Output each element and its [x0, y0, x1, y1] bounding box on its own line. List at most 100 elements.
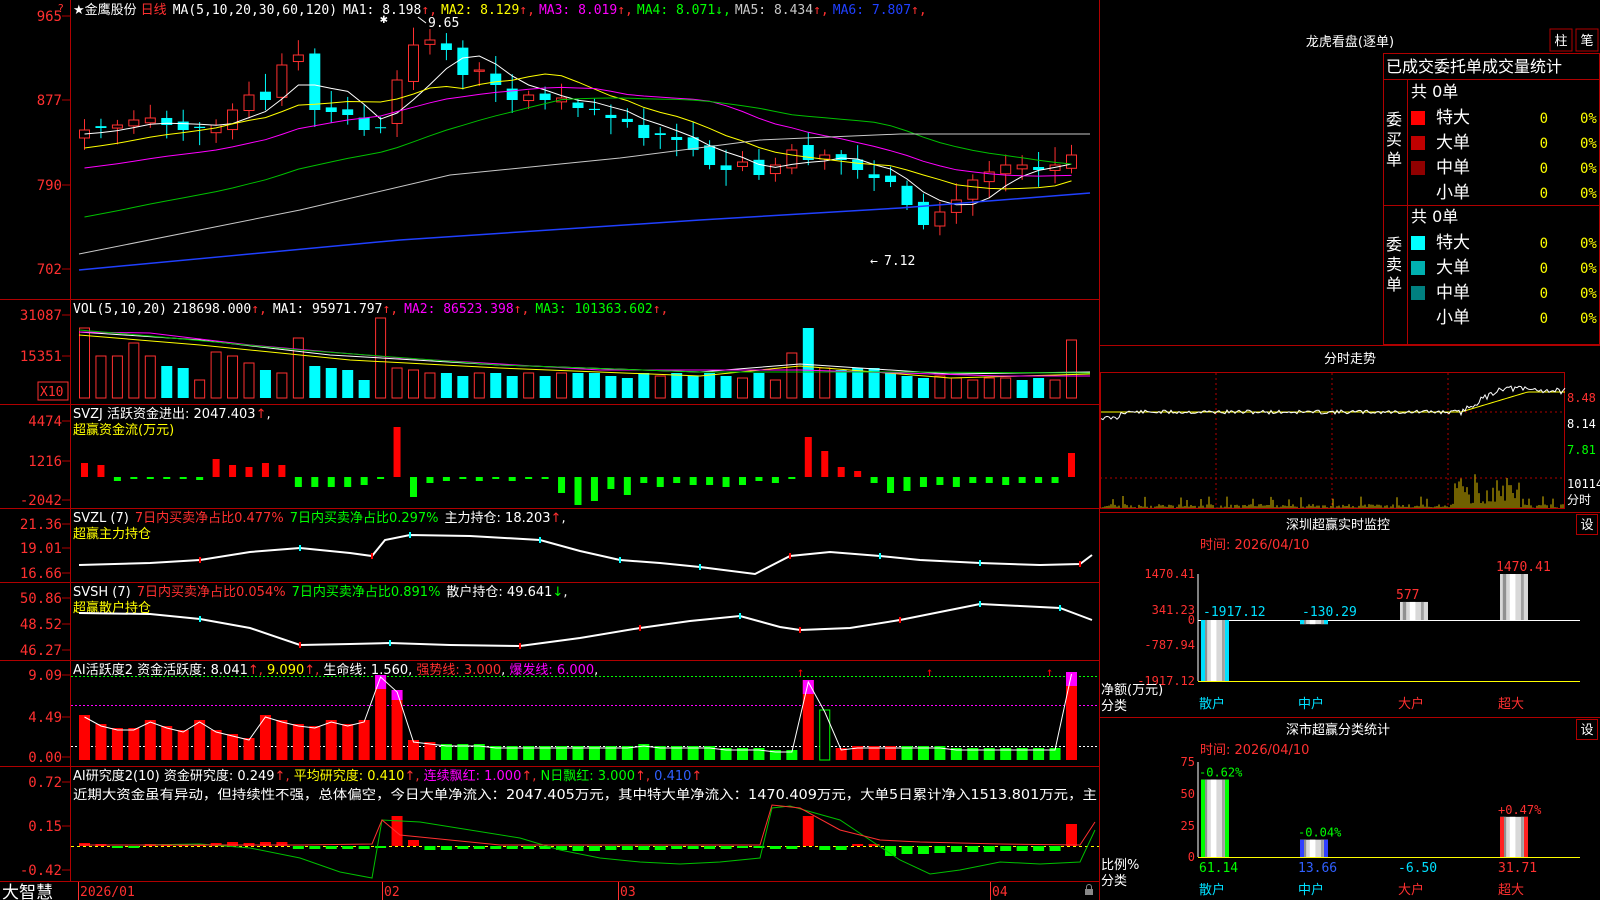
- axis-ticks: [62, 15, 70, 871]
- svzl-axis-low: 16.66: [20, 566, 62, 582]
- candle-body-up: [391, 79, 403, 124]
- ai2-bar: [802, 816, 814, 846]
- candlestick-chart[interactable]: [78, 27, 1091, 271]
- buy-row-value-3: 0: [1540, 186, 1548, 202]
- svzj-bar: [525, 477, 533, 479]
- ai1-bar: [177, 730, 189, 760]
- svzj-bar: [919, 477, 927, 487]
- sell-row-name-1: 大单: [1436, 258, 1470, 278]
- vol-bar: [539, 376, 551, 398]
- buy-row-pct-3: 0%: [1580, 186, 1597, 202]
- candle-body-down: [852, 159, 864, 170]
- svzl-line-tick: [979, 560, 981, 566]
- period-label[interactable]: 日线: [141, 3, 167, 18]
- ai1-bar: [309, 726, 321, 760]
- vol-bar: [490, 373, 502, 398]
- ai-activity-chart[interactable]: ↑ ↑ ↑: [71, 665, 1099, 761]
- vol-bar: [128, 342, 140, 399]
- stock-terminal: 965 877 790 702 31087 15351 4474 1216 -2…: [0, 0, 1600, 900]
- vol-bar: [654, 375, 666, 399]
- svzj-chart[interactable]: [81, 427, 1075, 505]
- fenshi-panel[interactable]: 分时走势 8.48 8.14 7.81 10114 分时: [1100, 345, 1600, 509]
- svzj-bar: [607, 477, 615, 489]
- svzl-axis-top: 21.36: [20, 517, 62, 533]
- sell-swatch-2: [1411, 286, 1425, 300]
- ai-research-chart[interactable]: [71, 804, 1099, 879]
- sc-ratio-chart[interactable]: 75 50 25 0 -0.62% 61.14 -0.04% 13.66 -6.50 +0.47%…: [1181, 755, 1580, 898]
- vol-bar: [1000, 377, 1012, 399]
- svsh-line-tick: [639, 625, 641, 631]
- vol-bar: [424, 372, 436, 399]
- ma-line-60: [78, 133, 1090, 255]
- ai2-bar: [654, 846, 666, 850]
- ai2-bar: [490, 846, 502, 849]
- sc-category-1: 中户: [1298, 882, 1324, 898]
- vol-bar: [227, 355, 239, 399]
- svzj-bar: [163, 477, 171, 479]
- lhb-tab[interactable]: 已成交委托单成交量统计: [1386, 57, 1562, 76]
- sell-row-value-3: 0: [1540, 311, 1548, 327]
- ai2-bar: [687, 846, 699, 849]
- buy-swatch-0: [1411, 111, 1425, 125]
- candle-body-down: [621, 118, 633, 122]
- buy-row-pct-0: 0%: [1580, 111, 1597, 127]
- candle-body-up: [111, 124, 123, 129]
- svzj-bar: [788, 477, 796, 479]
- svsh-line-tick: [389, 640, 391, 646]
- sz-xlabel: 分类: [1101, 699, 1127, 714]
- sz-monitor-title: 深圳超赢实时监控: [1286, 517, 1390, 533]
- vol-values: 218698.000↑, MA1: 95971.797↑, MA2: 86523.3…: [173, 302, 668, 317]
- brand-logo: 大智慧: [2, 883, 53, 900]
- vol-bar: [572, 373, 584, 398]
- vol-value-1: 218698.000: [173, 302, 251, 317]
- ai2-bar: [128, 846, 140, 848]
- buy-total: 共 0单: [1411, 82, 1458, 101]
- ai1-signal-arrow: ↑: [926, 665, 933, 679]
- vol-bar: [523, 372, 535, 399]
- ma-value-3: MA3: 8.019: [539, 3, 617, 18]
- svg-text:✱: ✱: [380, 12, 388, 27]
- svzj-bar: [969, 477, 977, 483]
- svzj-bar: [245, 467, 253, 477]
- svzj-bar: [722, 477, 730, 487]
- svzj-bar: [508, 477, 516, 481]
- help-icon[interactable]: ?: [57, 2, 64, 15]
- svzl-line-tick: [1079, 561, 1081, 567]
- lhb-title: 龙虎看盘(逐单): [1306, 34, 1394, 50]
- fenshi-vol-unit: 分时: [1567, 493, 1591, 507]
- volume-chart[interactable]: [78, 317, 1091, 399]
- sc-axis-label-2: 25: [1181, 819, 1195, 833]
- svsh-line-tick: [899, 617, 901, 623]
- svsh-chart[interactable]: [78, 601, 1093, 649]
- candle-body-up: [1066, 154, 1077, 169]
- star-icon[interactable]: ★: [73, 3, 85, 18]
- vol-bar: [983, 377, 995, 399]
- candle-body-up: [737, 161, 748, 167]
- ai1-header: AI活跃度2 资金活跃度: 8.041↑, 9.090↑, 生命线: 1.560…: [73, 662, 598, 678]
- svzj-bar: [952, 477, 960, 487]
- sz-category-2: 大户: [1398, 696, 1424, 712]
- ai2-bar: [309, 846, 321, 849]
- vol-bar: [309, 366, 321, 398]
- vol-bar: [506, 376, 518, 398]
- candle-body-down: [572, 102, 584, 108]
- ai2-bar: [1016, 846, 1028, 851]
- svsh-line-tick: [299, 642, 301, 648]
- vol-bar: [473, 372, 485, 399]
- ai1-bar: [95, 724, 107, 760]
- svzj-bar: [1035, 477, 1043, 483]
- low-marker: ← 7.12: [870, 254, 915, 269]
- candle-body-down: [161, 117, 173, 125]
- vol-bar: [917, 378, 929, 398]
- sell-swatch-3: [1411, 311, 1425, 325]
- lock-icon[interactable]: [1085, 884, 1093, 895]
- svzj-bar: [492, 477, 500, 479]
- ai1-bar: [79, 715, 90, 760]
- sz-net-chart[interactable]: 1470.41341.230-787.94-1917.12-1917.12 -13…: [1137, 560, 1580, 712]
- vol-bar: [950, 377, 962, 399]
- ai2-bar: [737, 846, 748, 848]
- svzl-chart[interactable]: [78, 532, 1093, 576]
- sc-bar-value-2: -6.50: [1398, 861, 1437, 876]
- vol-value-2: MA1: 95971.797: [273, 302, 383, 317]
- sz-bar-label-0: -1917.12: [1203, 605, 1266, 620]
